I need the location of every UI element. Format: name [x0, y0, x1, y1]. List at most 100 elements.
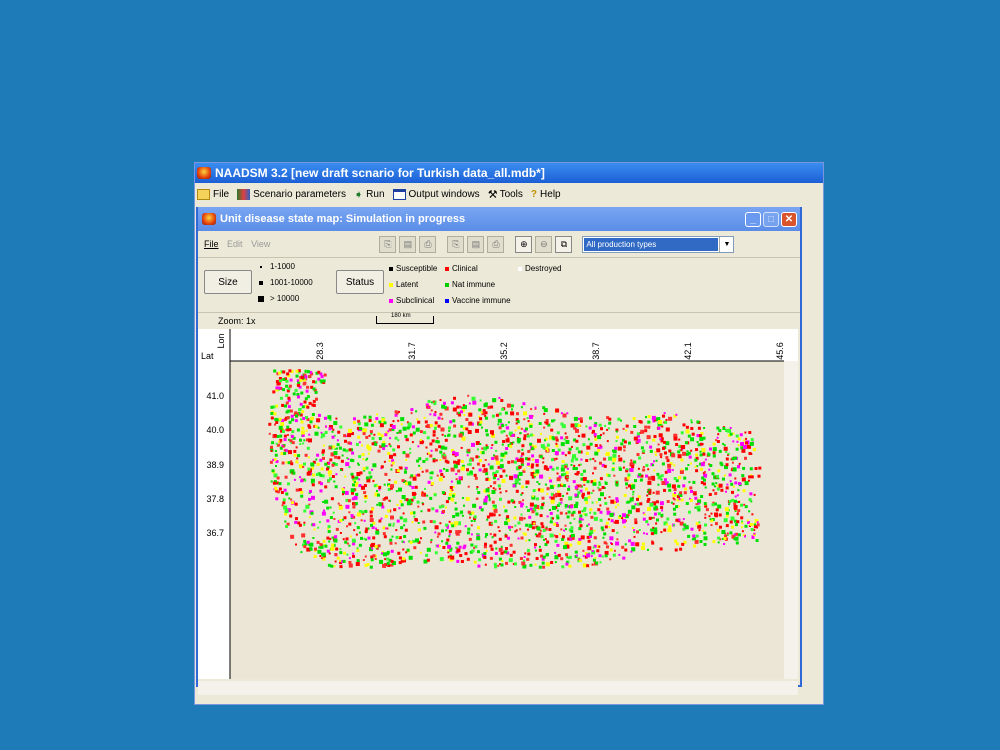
zoom-fit-icon[interactable]: ⧉	[555, 235, 573, 253]
vertical-scrollbar[interactable]	[784, 361, 798, 679]
unit-marker	[620, 442, 624, 446]
unit-marker	[445, 468, 449, 472]
unit-marker	[525, 486, 528, 488]
map-area[interactable]: Lon Lat 28.3 31.7 35.2 38.7 42.1 45.6 41…	[198, 329, 798, 695]
unit-marker	[750, 438, 754, 442]
unit-marker	[568, 485, 571, 488]
unit-marker	[494, 565, 498, 569]
unit-marker	[268, 432, 271, 435]
unit-marker	[670, 501, 673, 504]
unit-marker	[716, 487, 720, 491]
unit-marker	[551, 436, 555, 440]
print-map-icon[interactable]: ⎙	[487, 235, 505, 253]
folder-icon	[197, 188, 210, 200]
unit-marker	[374, 442, 378, 446]
disease-state-map[interactable]: Lon Lat 28.3 31.7 35.2 38.7 42.1 45.6 41…	[198, 329, 798, 679]
menu-run[interactable]: ➧ Run	[354, 188, 385, 201]
unit-marker	[560, 528, 563, 531]
unit-marker	[490, 447, 493, 449]
unit-marker	[730, 516, 735, 521]
unit-marker	[320, 375, 324, 379]
unit-marker	[580, 458, 583, 461]
menu-help-label: Help	[540, 188, 561, 200]
unit-marker	[526, 417, 529, 420]
save-map-icon[interactable]: ▤	[467, 235, 485, 253]
unit-marker	[371, 542, 376, 547]
unit-marker	[555, 444, 559, 448]
unit-marker	[608, 421, 612, 425]
close-button[interactable]: ✕	[781, 211, 797, 227]
lon-tick-label: 31.7	[407, 342, 417, 360]
size-button[interactable]: Size	[204, 270, 252, 294]
unit-marker	[382, 532, 386, 536]
unit-marker	[564, 432, 567, 435]
save-icon[interactable]: ▤	[399, 235, 417, 253]
unit-marker	[520, 536, 524, 540]
unit-marker	[307, 467, 311, 471]
unit-marker	[725, 450, 728, 453]
unit-marker	[667, 528, 672, 533]
chevron-down-icon[interactable]: ▼	[719, 236, 733, 252]
copy-map-icon[interactable]: ⎘	[447, 235, 465, 253]
map-menu-file[interactable]: File	[204, 239, 219, 249]
menu-tools[interactable]: ⚒ Tools	[488, 188, 523, 201]
copy-icon[interactable]: ⎘	[379, 235, 397, 253]
unit-marker	[603, 532, 607, 536]
zoom-out-icon[interactable]: ⊖	[535, 235, 553, 253]
unit-marker	[577, 450, 581, 454]
unit-marker	[723, 446, 728, 451]
unit-marker	[682, 451, 687, 456]
unit-marker	[715, 522, 718, 526]
unit-marker	[633, 425, 637, 428]
disease-map-window: Unit disease state map: Simulation in pr…	[196, 207, 802, 695]
unit-marker	[301, 410, 305, 414]
unit-marker	[497, 526, 500, 529]
print-icon[interactable]: ⎙	[419, 235, 437, 253]
unit-marker	[652, 464, 654, 467]
horizontal-scrollbar[interactable]	[198, 681, 798, 695]
menu-scenario-parameters[interactable]: Scenario parameters	[237, 188, 346, 200]
maximize-button[interactable]: □	[763, 211, 779, 227]
app-title-bar: NAADSM 3.2 [new draft scnario for Turkis…	[195, 163, 823, 183]
unit-marker	[606, 428, 609, 431]
unit-marker	[403, 518, 408, 523]
unit-marker	[356, 512, 361, 517]
unit-marker	[468, 537, 472, 541]
unit-marker	[388, 499, 391, 502]
status-button[interactable]: Status	[336, 270, 384, 294]
unit-marker	[740, 442, 745, 446]
zoom-in-icon[interactable]: ⊕	[515, 235, 533, 253]
unit-marker	[364, 495, 367, 498]
unit-marker	[594, 451, 599, 456]
menu-file[interactable]: File	[197, 188, 229, 200]
unit-marker	[333, 421, 338, 425]
unit-marker	[363, 537, 366, 540]
unit-marker	[494, 519, 498, 523]
unit-marker	[357, 419, 361, 423]
unit-marker	[519, 516, 524, 521]
unit-marker	[395, 535, 399, 539]
unit-marker	[612, 553, 616, 557]
unit-marker	[318, 546, 321, 549]
map-menu-view[interactable]: View	[251, 239, 270, 249]
unit-marker	[523, 517, 526, 520]
unit-marker	[545, 421, 549, 425]
unit-marker	[623, 526, 626, 528]
production-type-select[interactable]: All production types ▼	[582, 235, 735, 253]
unit-marker	[649, 502, 654, 507]
unit-marker	[551, 419, 554, 423]
state-legend-latent: Latent	[389, 280, 418, 289]
menu-output-windows[interactable]: Output windows	[392, 188, 480, 200]
unit-marker	[473, 520, 476, 522]
unit-marker	[745, 437, 747, 440]
menu-help[interactable]: ? Help	[531, 189, 561, 200]
unit-marker	[439, 399, 442, 402]
unit-marker	[685, 467, 688, 471]
unit-marker	[425, 553, 429, 557]
unit-marker	[514, 562, 517, 566]
unit-marker	[570, 526, 574, 530]
map-menu-edit[interactable]: Edit	[227, 239, 243, 249]
unit-marker	[510, 411, 515, 416]
unit-marker	[540, 432, 542, 435]
minimize-button[interactable]: _	[745, 211, 761, 227]
